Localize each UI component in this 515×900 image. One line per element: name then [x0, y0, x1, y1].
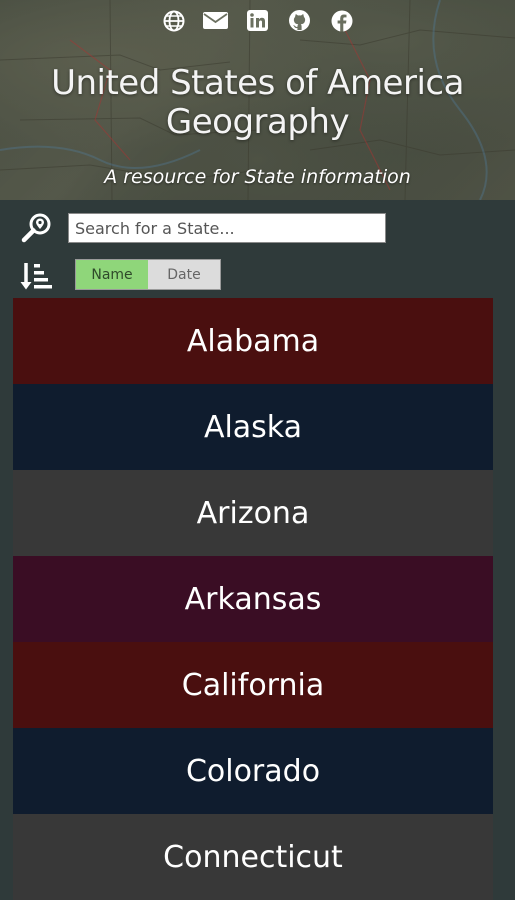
state-item-arkansas[interactable]: Arkansas: [13, 556, 493, 642]
search-location-icon[interactable]: [21, 212, 53, 244]
globe-icon[interactable]: [161, 8, 186, 33]
state-item-arizona[interactable]: Arizona: [13, 470, 493, 556]
linkedin-icon[interactable]: [245, 8, 270, 33]
page-subtitle: A resource for State information: [104, 166, 411, 188]
state-list: Alabama Alaska Arizona Arkansas California Co…: [13, 298, 493, 900]
header-banner: United States of America Geography A res…: [0, 0, 515, 200]
sort-by-date-button[interactable]: Date: [148, 260, 220, 289]
state-item-colorado[interactable]: Colorado: [13, 728, 493, 814]
search-input[interactable]: [68, 213, 386, 243]
social-links: [0, 8, 515, 33]
state-item-alabama[interactable]: Alabama: [13, 298, 493, 384]
page-title: United States of America Geography: [51, 63, 464, 142]
facebook-icon[interactable]: [329, 8, 354, 33]
envelope-icon[interactable]: [203, 8, 228, 33]
github-icon[interactable]: [287, 8, 312, 33]
state-item-california[interactable]: California: [13, 642, 493, 728]
sort-icon[interactable]: [20, 260, 54, 292]
controls-bar: Name Date: [0, 200, 515, 298]
state-item-connecticut[interactable]: Connecticut: [13, 814, 493, 900]
sort-by-name-button[interactable]: Name: [76, 260, 148, 289]
sort-toggle: Name Date: [75, 259, 221, 290]
state-item-alaska[interactable]: Alaska: [13, 384, 493, 470]
